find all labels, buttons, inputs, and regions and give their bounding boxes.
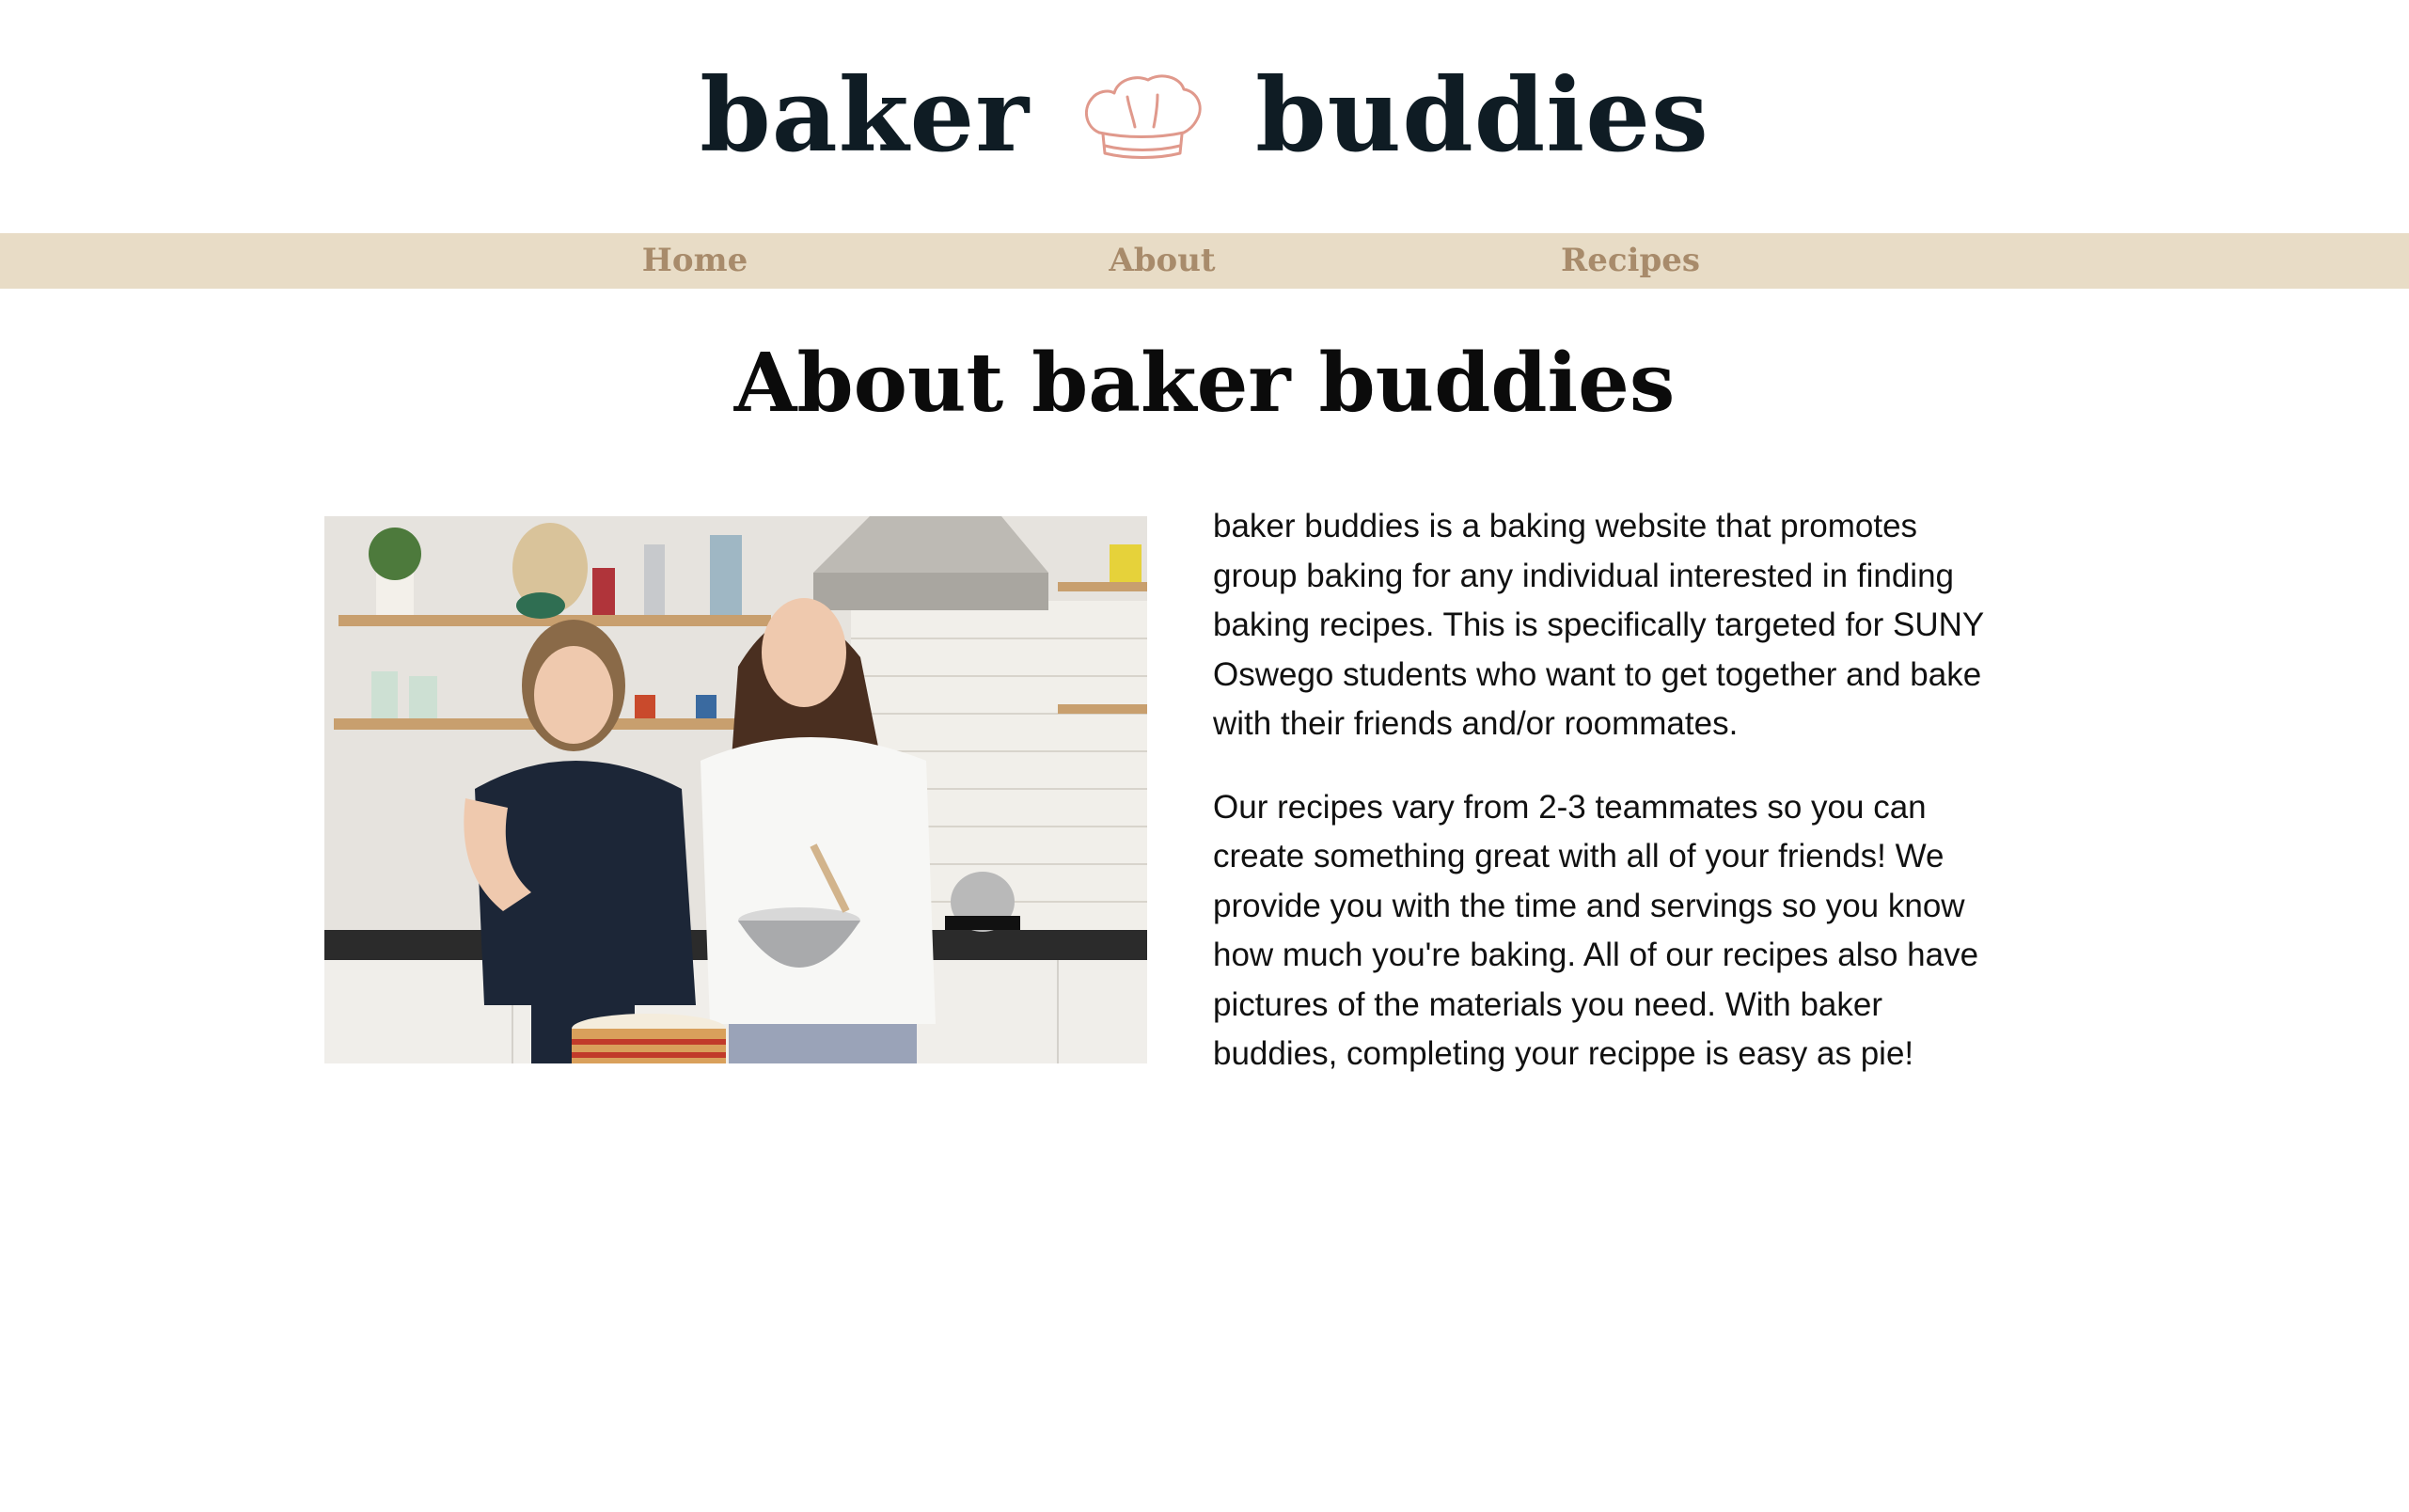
main-nav: Home About Recipes (0, 233, 2409, 289)
about-photo (324, 516, 1147, 1063)
page-title: About baker buddies (733, 336, 1676, 431)
baking-photo-illustration (324, 516, 1147, 1063)
nav-item-home[interactable]: Home (642, 233, 748, 289)
site-header: baker buddies (0, 0, 2409, 233)
logo-word-baker: baker (700, 56, 1031, 175)
about-content: baker buddies is a baking website that p… (1213, 502, 1993, 1113)
chef-hat-icon (1085, 74, 1202, 159)
nav-item-recipes[interactable]: Recipes (1561, 233, 1700, 289)
site-logo[interactable]: baker buddies (700, 65, 1709, 166)
about-paragraph-recipes: Our recipes vary from 2-3 teammates so y… (1213, 788, 1979, 1073)
about-paragraph-intro: baker buddies is a baking website that p… (1213, 508, 1984, 742)
logo-word-buddies: buddies (1255, 56, 1709, 175)
nav-item-about[interactable]: About (1109, 233, 1215, 289)
